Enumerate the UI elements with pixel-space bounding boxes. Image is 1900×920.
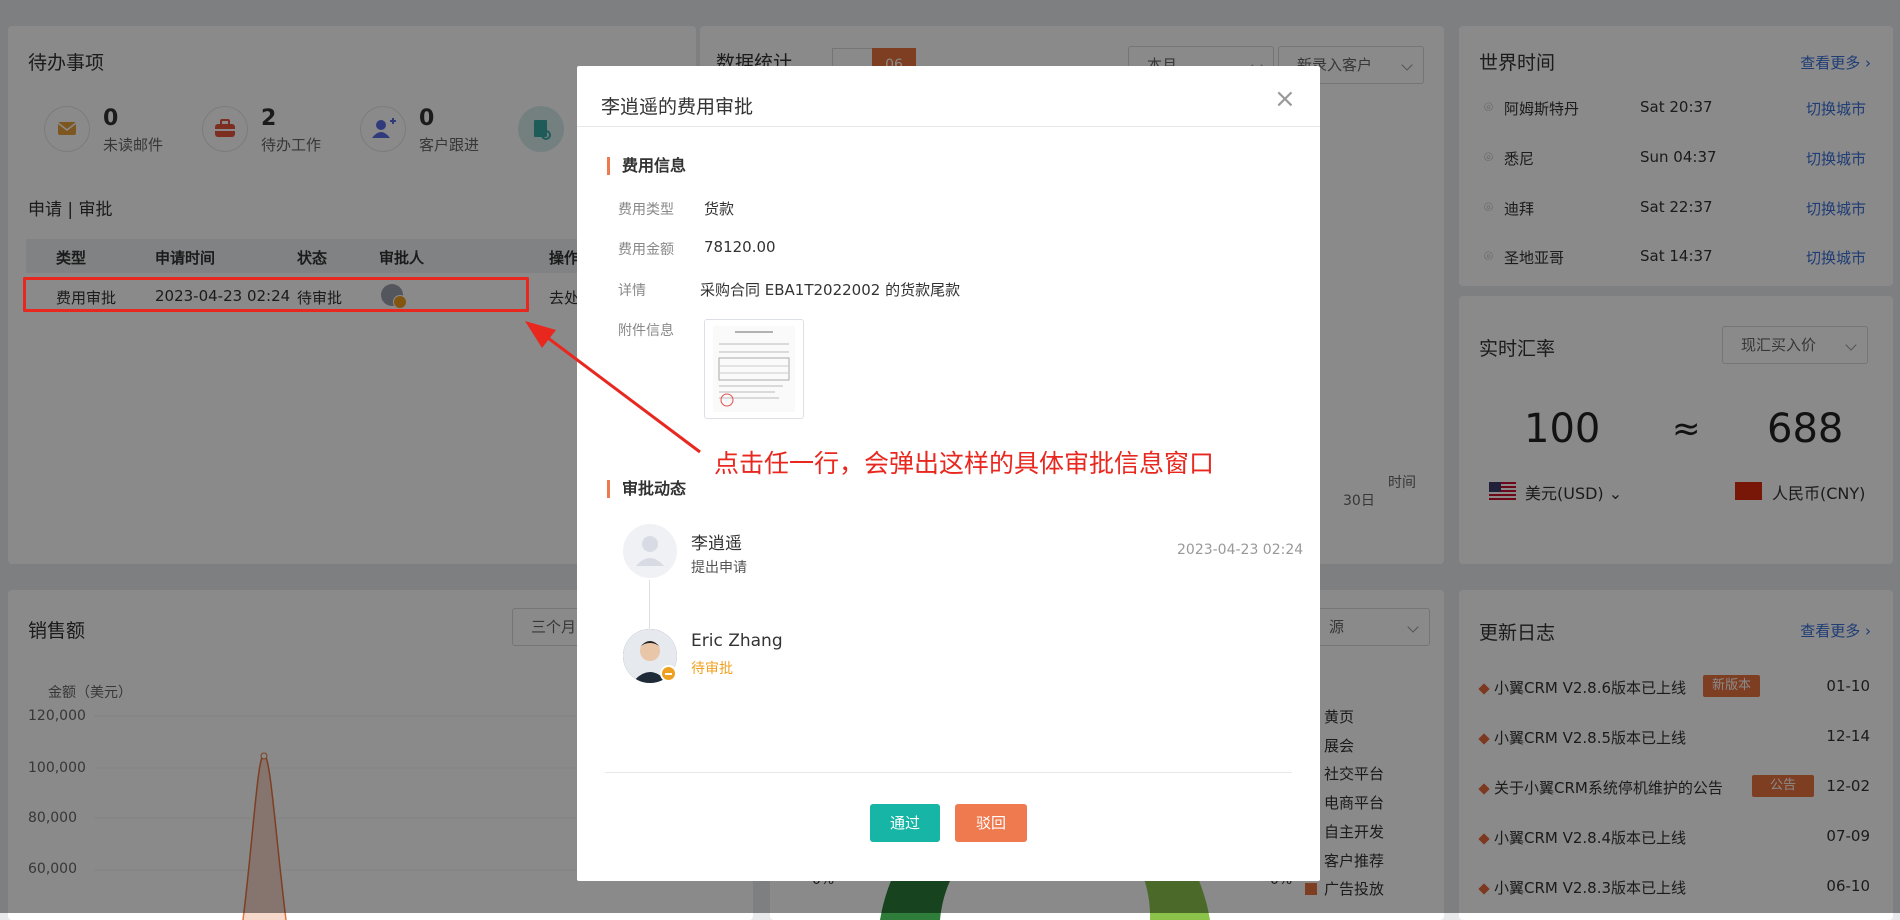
annotation-text: 点击任一行，会弹出这样的具体审批信息窗口 — [714, 449, 1215, 478]
